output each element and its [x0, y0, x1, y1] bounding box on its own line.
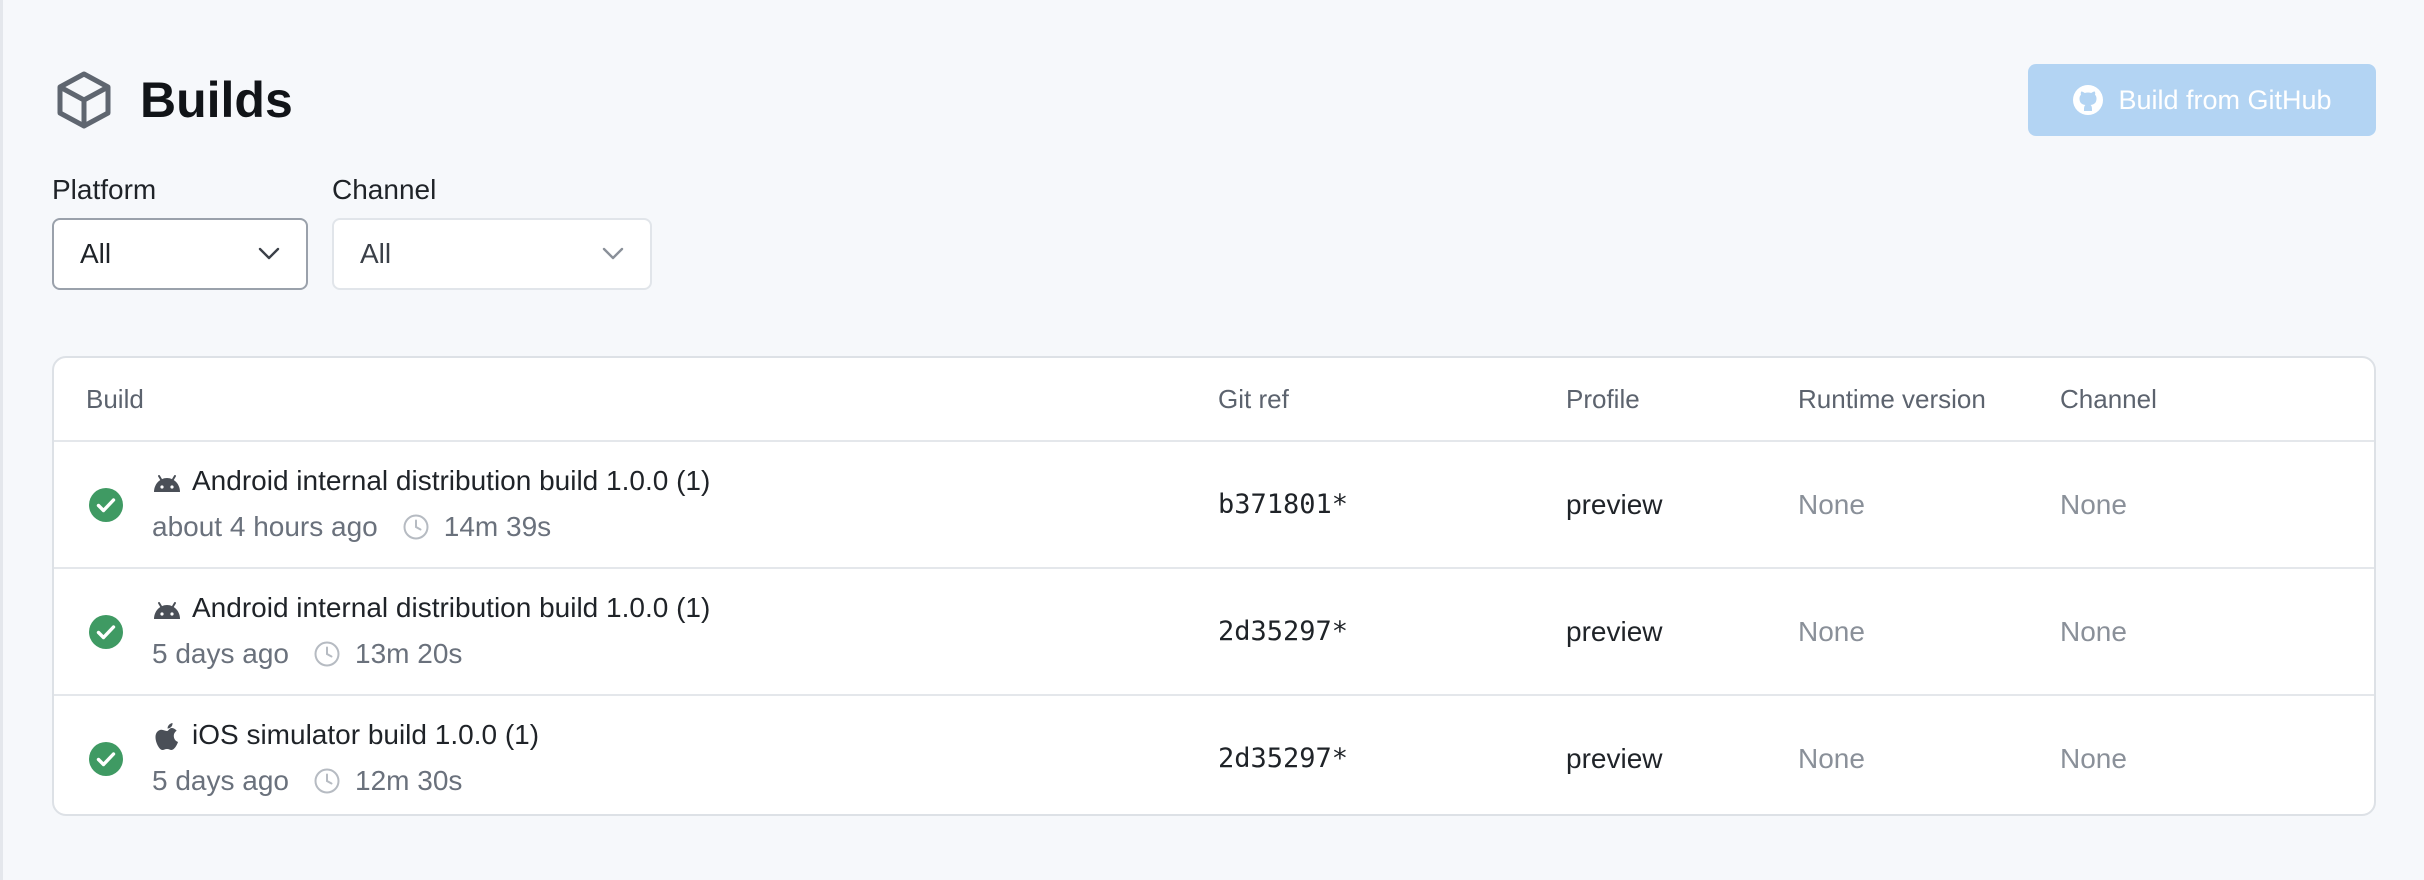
- channel-select-value: All: [360, 238, 392, 269]
- github-icon: [2073, 85, 2104, 115]
- cube-icon: [57, 71, 111, 129]
- profile: preview: [1566, 616, 1663, 647]
- runtime-version: None: [1798, 743, 1865, 774]
- channel-select[interactable]: All: [332, 218, 652, 290]
- build-from-github-button[interactable]: Build from GitHub: [2028, 64, 2376, 136]
- build-time-ago: about 4 hours ago: [152, 511, 378, 542]
- builds-table: Build Git ref Profile Runtime version Ch…: [52, 356, 2376, 816]
- runtime-version: None: [1798, 489, 1865, 520]
- channel-filter: Channel All: [332, 172, 652, 290]
- column-header-build: Build: [86, 384, 144, 414]
- build-duration: 12m 30s: [355, 765, 463, 796]
- clock-icon: [314, 641, 340, 667]
- clock-icon: [403, 514, 429, 540]
- channel: None: [2060, 489, 2127, 520]
- build-meta: 5 days ago 12m 30s: [152, 762, 462, 800]
- chevron-down-icon: [602, 247, 624, 260]
- build-from-github-label: Build from GitHub: [2118, 84, 2332, 115]
- column-header-profile: Profile: [1566, 384, 1640, 414]
- builds-page: Builds Build from GitHub Platform All Ch…: [52, 0, 2376, 880]
- build-time-ago: 5 days ago: [152, 638, 289, 669]
- profile: preview: [1566, 489, 1663, 520]
- table-header: Build Git ref Profile Runtime version Ch…: [54, 358, 2374, 442]
- channel: None: [2060, 616, 2127, 647]
- build-title[interactable]: Android internal distribution build 1.0.…: [192, 462, 710, 500]
- chevron-down-icon: [258, 247, 280, 260]
- column-header-runtime-version: Runtime version: [1798, 384, 1986, 414]
- column-header-git-ref: Git ref: [1218, 384, 1289, 414]
- channel: None: [2060, 743, 2127, 774]
- build-title[interactable]: iOS simulator build 1.0.0 (1): [192, 716, 539, 754]
- profile: preview: [1566, 743, 1663, 774]
- build-meta: about 4 hours ago 14m 39s: [152, 508, 551, 546]
- platform-select-value: All: [80, 238, 112, 269]
- android-icon: [154, 475, 180, 492]
- git-ref: 2d35297*: [1218, 616, 1349, 647]
- runtime-version: None: [1798, 616, 1865, 647]
- check-circle-icon: [89, 488, 123, 522]
- check-circle-icon: [89, 615, 123, 649]
- sidebar-divider: [0, 0, 3, 880]
- apple-icon: [155, 723, 178, 750]
- git-ref: b371801*: [1218, 489, 1349, 520]
- android-icon: [154, 602, 180, 619]
- table-row[interactable]: Android internal distribution build 1.0.…: [54, 569, 2374, 696]
- git-ref: 2d35297*: [1218, 743, 1349, 774]
- build-duration: 14m 39s: [443, 511, 552, 542]
- platform-select[interactable]: All: [52, 218, 308, 290]
- platform-filter-label: Platform: [52, 174, 157, 205]
- table-row[interactable]: iOS simulator build 1.0.0 (1) 5 days ago…: [54, 696, 2374, 814]
- page-title: Builds: [140, 72, 293, 128]
- check-circle-icon: [89, 742, 123, 776]
- build-duration: 13m 20s: [355, 638, 463, 669]
- build-meta: 5 days ago 13m 20s: [152, 635, 462, 673]
- clock-icon: [314, 768, 340, 794]
- column-header-channel: Channel: [2060, 384, 2157, 414]
- platform-filter: Platform All: [52, 172, 308, 290]
- page-header: Builds Build from GitHub: [52, 64, 2376, 136]
- build-title[interactable]: Android internal distribution build 1.0.…: [192, 589, 710, 627]
- channel-filter-label: Channel: [332, 174, 437, 205]
- build-time-ago: 5 days ago: [152, 765, 289, 796]
- table-row[interactable]: Android internal distribution build 1.0.…: [54, 442, 2374, 569]
